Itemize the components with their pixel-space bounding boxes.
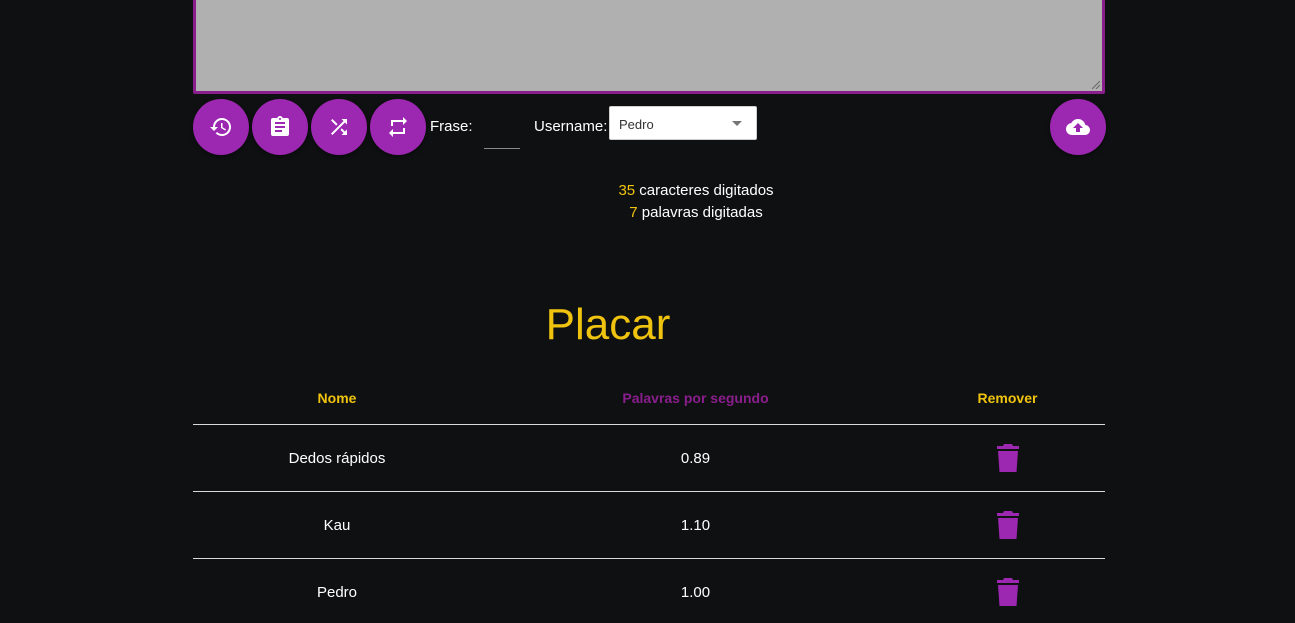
clipboard-icon <box>271 116 289 136</box>
repeat-button[interactable] <box>370 99 426 155</box>
words-count: 7 <box>629 204 638 221</box>
header-wps: Palavras por segundo <box>622 389 769 406</box>
scoreboard-table: Nome Palavras por segundo Remover Dedos … <box>193 371 1105 623</box>
clipboard-button[interactable] <box>252 99 308 155</box>
words-stat: 7 palavras digitadas <box>193 204 1199 221</box>
table-row: Dedos rápidos 0.89 <box>193 425 1105 492</box>
upload-button[interactable] <box>1050 99 1106 155</box>
characters-stat: 35 caracteres digitados <box>193 182 1199 199</box>
typing-textarea[interactable] <box>193 0 1105 94</box>
trash-icon[interactable] <box>996 511 1020 539</box>
history-icon <box>210 118 231 136</box>
history-button[interactable] <box>193 99 249 155</box>
trash-icon[interactable] <box>996 578 1020 606</box>
trash-icon[interactable] <box>996 444 1020 472</box>
page: Frase: Username: Pedro 35 caracteres dig… <box>0 0 1295 623</box>
table-header: Nome Palavras por segundo Remover <box>193 371 1105 425</box>
frase-label: Frase: <box>430 118 473 135</box>
table-row: Pedro 1.00 <box>193 559 1105 623</box>
scoreboard-title: Placar <box>545 300 671 349</box>
row-wps: 1.10 <box>680 516 711 534</box>
remove-cell <box>910 444 1105 472</box>
username-label: Username: <box>534 118 608 135</box>
shuffle-button[interactable] <box>311 99 367 155</box>
characters-count: 35 <box>618 182 636 199</box>
remove-cell <box>910 511 1105 539</box>
resize-grip-icon[interactable] <box>1092 81 1100 89</box>
shuffle-icon <box>331 119 347 135</box>
header-remove: Remover <box>977 389 1038 406</box>
row-wps: 1.00 <box>680 583 711 601</box>
remove-cell <box>910 578 1105 606</box>
header-name: Nome <box>317 389 357 406</box>
row-name: Pedro <box>316 583 358 601</box>
username-select[interactable]: Pedro <box>609 106 757 140</box>
row-name: Kau <box>323 516 351 534</box>
row-wps: 0.89 <box>680 449 711 467</box>
table-row: Kau 1.10 <box>193 492 1105 559</box>
username-selected-value: Pedro <box>619 117 654 132</box>
repeat-icon <box>389 117 407 137</box>
frase-value <box>484 112 520 149</box>
characters-label: caracteres digitados <box>639 182 774 199</box>
chevron-down-icon <box>732 121 742 126</box>
cloud-upload-icon <box>1066 119 1090 135</box>
row-name: Dedos rápidos <box>288 449 386 467</box>
words-label: palavras digitadas <box>641 204 763 221</box>
